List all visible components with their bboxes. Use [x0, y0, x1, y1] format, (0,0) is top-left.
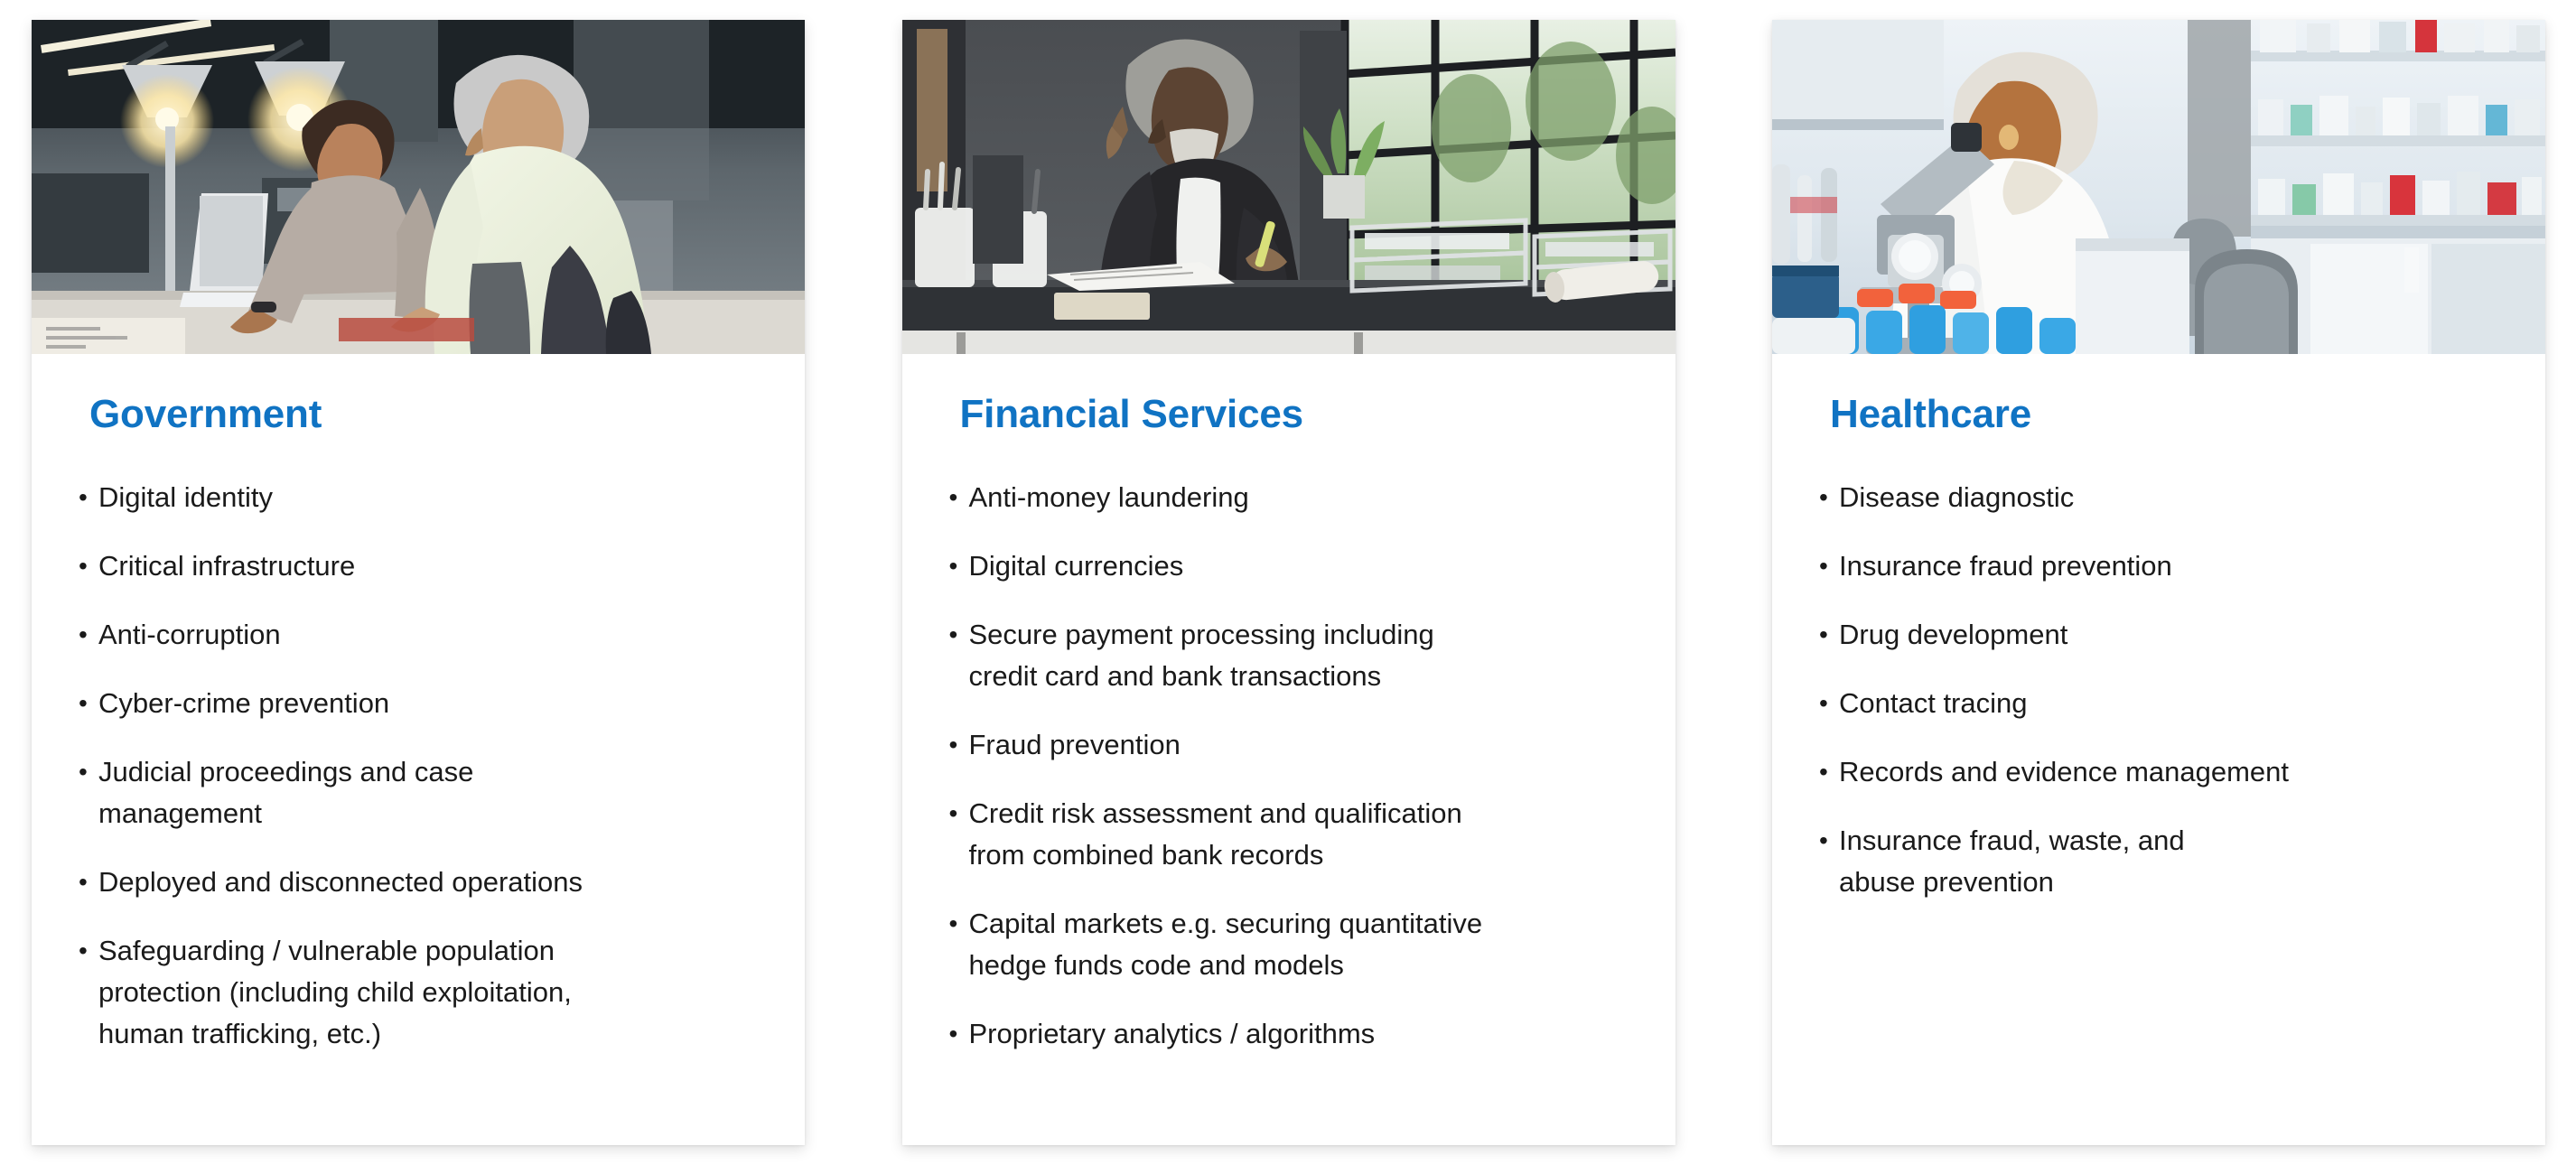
- list-item: Capital markets e.g. securing quantitati…: [926, 903, 1639, 986]
- card-title-healthcare: Healthcare: [1830, 392, 2032, 436]
- government-office-photo: [32, 20, 805, 354]
- list-item: Secure payment processing includingcredi…: [926, 614, 1639, 697]
- list-item: Records and evidence management: [1796, 751, 2509, 793]
- card-title-government: Government: [89, 392, 322, 436]
- list-item: Drug development: [1796, 614, 2509, 656]
- industry-card-government[interactable]: Government Digital identity Critical inf…: [32, 20, 805, 1145]
- healthcare-photo-illustration: [1772, 20, 2545, 354]
- healthcare-laboratory-photo: [1772, 20, 2545, 354]
- list-item: Deployed and disconnected operations: [55, 862, 769, 903]
- slide-canvas: Government Digital identity Critical inf…: [0, 0, 2576, 1174]
- list-item: Contact tracing: [1796, 683, 2509, 724]
- list-item: Anti-money laundering: [926, 477, 1639, 518]
- industry-cards-row: Government Digital identity Critical inf…: [32, 20, 2545, 1145]
- list-item: Insurance fraud, waste, andabuse prevent…: [1796, 820, 2509, 903]
- industry-card-healthcare[interactable]: Healthcare Disease diagnostic Insurance …: [1772, 20, 2545, 1145]
- bullet-list-financial-services: Anti-money laundering Digital currencies…: [926, 477, 1639, 1055]
- financial-services-office-photo: [901, 20, 1675, 354]
- lab-shelves-right: [2251, 20, 2545, 226]
- list-item: Anti-corruption: [55, 614, 769, 656]
- government-card-body: Government Digital identity Critical inf…: [32, 354, 805, 1145]
- pipette-rack: [1772, 164, 1837, 264]
- financial-services-card-body: Financial Services Anti-money laundering…: [902, 354, 1675, 1145]
- list-item: Digital currencies: [926, 545, 1639, 587]
- list-item: Cyber-crime prevention: [55, 683, 769, 724]
- bullet-list-healthcare: Disease diagnostic Insurance fraud preve…: [1796, 477, 2509, 903]
- list-item: Fraud prevention: [926, 724, 1639, 766]
- list-item: Insurance fraud prevention: [1796, 545, 2509, 587]
- healthcare-card-body: Healthcare Disease diagnostic Insurance …: [1772, 354, 2545, 1145]
- card-title-financial-services: Financial Services: [959, 392, 1304, 436]
- financial-services-photo-illustration: [901, 20, 1675, 354]
- list-item: Credit risk assessment and qualification…: [926, 793, 1639, 876]
- industry-card-financial-services[interactable]: Financial Services Anti-money laundering…: [901, 20, 1675, 1145]
- list-item: Critical infrastructure: [55, 545, 769, 587]
- list-item: Proprietary analytics / algorithms: [926, 1013, 1639, 1055]
- chair: [2195, 249, 2298, 354]
- government-photo-illustration: [32, 20, 805, 354]
- bullet-list-government: Digital identity Critical infrastructure…: [55, 477, 769, 1055]
- list-item: Judicial proceedings and casemanagement: [55, 751, 769, 834]
- list-item: Safeguarding / vulnerable populationprot…: [55, 930, 769, 1055]
- list-item: Digital identity: [55, 477, 769, 518]
- list-item: Disease diagnostic: [1796, 477, 2509, 518]
